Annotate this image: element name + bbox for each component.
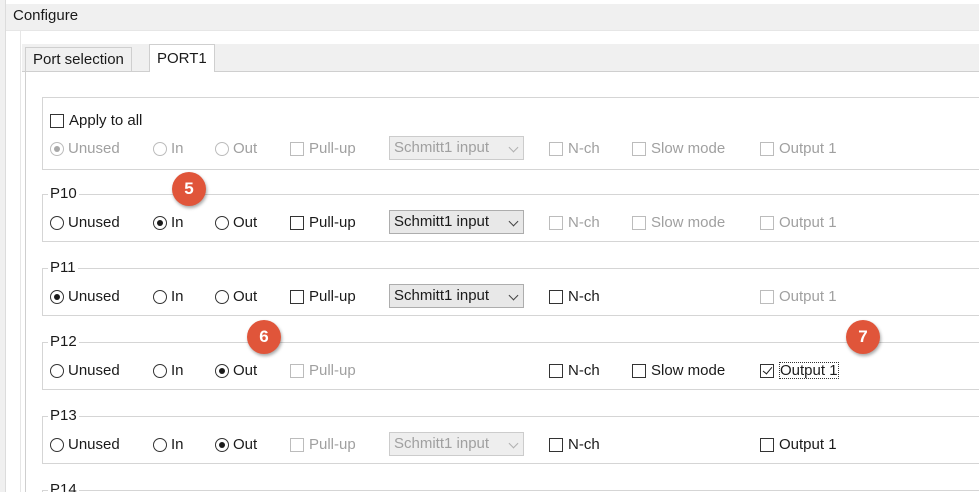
apply-to-all-label: Apply to all [69,112,143,129]
all-input-select: Schmitt1 input [389,136,524,160]
tab-strip: Port selection PORT1 [22,44,979,72]
p11-title: P11 [48,259,78,276]
p11-nch-checkbox[interactable]: N-ch [549,288,600,305]
p10-nch-checkbox: N-ch [549,214,600,231]
checkbox-box [50,113,64,128]
p11-input-select[interactable]: Schmitt1 input [389,284,524,308]
all-nch-checkbox: N-ch [549,140,600,157]
p11-output1-checkbox: Output 1 [760,288,837,305]
panel-border [25,71,26,492]
divider [20,30,21,492]
p13-title: P13 [48,407,79,424]
p12-out-radio[interactable]: Out [215,362,257,379]
callout-6: 6 [247,320,281,354]
all-output1-checkbox: Output 1 [760,140,837,157]
p10-in-radio[interactable]: In [153,214,184,231]
p12-nch-checkbox[interactable]: N-ch [549,362,600,379]
p11-in-radio[interactable]: In [153,288,184,305]
p10-out-radio[interactable]: Out [215,214,257,231]
p12-slow-mode-checkbox[interactable]: Slow mode [632,362,725,379]
p12-in-radio[interactable]: In [153,362,184,379]
p10-unused-radio[interactable]: Unused [50,214,120,231]
p13-pullup-checkbox: Pull-up [290,436,356,453]
p10-title: P10 [48,185,79,202]
all-pullup-checkbox: Pull-up [290,140,356,157]
p13-output1-checkbox[interactable]: Output 1 [760,436,837,453]
p13-out-radio[interactable]: Out [215,436,257,453]
p13-unused-radio[interactable]: Unused [50,436,120,453]
p12-output1-checkbox[interactable]: Output 1 [760,362,839,379]
configure-header: Configure [6,4,979,31]
tab-port-selection[interactable]: Port selection [25,47,132,71]
p13-nch-checkbox[interactable]: N-ch [549,436,600,453]
all-unused-radio: Unused [50,140,120,157]
all-out-radio: Out [215,140,257,157]
window-left-border [0,0,6,492]
tab-port1[interactable]: PORT1 [149,44,215,72]
p13-in-radio[interactable]: In [153,436,184,453]
all-in-radio: In [153,140,184,157]
p10-input-select[interactable]: Schmitt1 input [389,210,524,234]
all-slow-mode-checkbox: Slow mode [632,140,725,157]
p13-input-select: Schmitt1 input [389,432,524,456]
p12-title: P12 [48,333,79,350]
p14-title: P14 [48,481,79,492]
p10-pullup-checkbox[interactable]: Pull-up [290,214,356,231]
page-title: Configure [13,7,79,24]
p12-pullup-checkbox: Pull-up [290,362,356,379]
callout-7: 7 [846,320,880,354]
chevron-down-icon [508,142,519,153]
p11-unused-radio[interactable]: Unused [50,288,120,305]
chevron-down-icon [508,438,519,449]
p11-pullup-checkbox[interactable]: Pull-up [290,288,356,305]
apply-to-all-checkbox[interactable]: Apply to all [50,112,142,129]
p10-output1-checkbox: Output 1 [760,214,837,231]
chevron-down-icon [508,290,519,301]
callout-5: 5 [172,172,206,206]
p10-slow-mode-checkbox: Slow mode [632,214,725,231]
p12-unused-radio[interactable]: Unused [50,362,120,379]
p11-out-radio[interactable]: Out [215,288,257,305]
chevron-down-icon [508,216,519,227]
